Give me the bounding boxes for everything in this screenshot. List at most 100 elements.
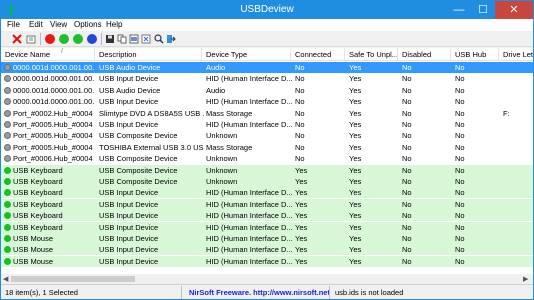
drive-letter-cell <box>503 62 533 73</box>
table-row[interactable]: Port_#0006.Hub_#0004 USB Composite Device… <box>1 153 533 164</box>
device-name-cell: USB Keyboard <box>13 165 63 175</box>
enable-device-icon[interactable] <box>59 34 69 44</box>
column-connected[interactable]: Connected <box>291 48 345 61</box>
column-description[interactable]: Description <box>95 48 202 61</box>
connected-cell: Yes <box>295 177 308 186</box>
column-usb-hub[interactable]: USB Hub <box>451 48 499 61</box>
usb-hub-cell: No <box>455 97 465 107</box>
usb-hub-cell: No <box>455 245 465 255</box>
delete-icon[interactable] <box>12 34 22 44</box>
description-cell: USB Input Device <box>99 222 159 232</box>
device-name-cell: Port_#0006.Hub_#0004 <box>13 154 93 164</box>
disconnected-status-icon <box>4 86 11 94</box>
close-button[interactable]: ✕ <box>495 1 533 19</box>
column-drive-letter[interactable]: Drive Lett <box>499 48 533 61</box>
exit-icon[interactable] <box>166 34 176 44</box>
connected-status-icon <box>4 257 11 265</box>
device-name-cell: 0000.001d.0000.001.00... <box>13 85 95 95</box>
disable-device-icon[interactable] <box>45 34 55 44</box>
description-cell: USB Input Device <box>99 97 159 107</box>
copy-icon[interactable] <box>117 34 127 44</box>
table-row[interactable]: Port_#0005.Hub_#0004 TOSHIBA External USB… <box>1 142 533 153</box>
description-cell: USB Composite Device <box>99 131 178 141</box>
disabled-cell: No <box>402 74 412 84</box>
disabled-cell: No <box>402 85 412 95</box>
table-row[interactable]: USB Mouse USB Input Device HID (Human Inte… <box>1 244 533 256</box>
sort-indicator: / <box>61 48 63 55</box>
usb-hub-cell: No <box>455 108 465 118</box>
minimize-button[interactable]: — <box>447 1 471 19</box>
device-type-cell: Unknown <box>206 177 238 186</box>
device-name-cell: Port_#0005.Hub_#0004 <box>13 142 93 152</box>
column-device-name[interactable]: Device Name <box>1 48 95 61</box>
device-list[interactable]: Device Name / Description Device Type Co… <box>1 48 533 274</box>
table-row[interactable]: 0000.001d.0000.001.00... USB Audio Device… <box>1 85 533 96</box>
table-row[interactable]: Port_#0002.Hub_#0004 Slimtype DVD A DS8A5… <box>1 108 533 119</box>
safe-to-unplug-cell: Yes <box>349 63 362 72</box>
connect-icon[interactable] <box>87 34 97 44</box>
menu-options[interactable]: Options <box>74 20 102 29</box>
disconnected-status-icon <box>4 75 11 83</box>
usb-hub-cell: No <box>455 177 465 186</box>
description-cell: USB Input Device <box>99 211 159 221</box>
drive-letter-cell <box>503 187 533 198</box>
item-count: 18 item(s), 1 Selected <box>5 288 78 297</box>
options-icon[interactable] <box>141 34 151 44</box>
table-row[interactable]: USB Keyboard USB Input Device HID (Human I… <box>1 198 533 210</box>
drive-letter-cell <box>503 199 533 210</box>
scroll-thumb[interactable] <box>11 276 135 282</box>
connected-cell: No <box>295 74 305 84</box>
description-cell: Slimtype DVD A DS8A5S USB ... <box>99 108 204 118</box>
horizontal-scrollbar[interactable]: ◀ ▶ <box>1 274 533 284</box>
properties-icon[interactable] <box>26 34 36 44</box>
enable-connect-icon[interactable] <box>73 34 83 44</box>
connected-status-icon <box>4 212 11 220</box>
device-type-cell: HID (Human Interface D... <box>206 245 293 255</box>
table-row[interactable]: USB Mouse USB Input Device HID (Human Inte… <box>1 255 533 267</box>
table-row[interactable]: USB Keyboard USB Composite Device Unknown Y… <box>1 176 533 187</box>
column-safe-to-unplug[interactable]: Safe To Unpl... <box>345 48 398 61</box>
search-icon[interactable] <box>154 34 164 44</box>
drive-letter-cell <box>503 130 533 141</box>
table-row[interactable]: USB Keyboard USB Input Device HID (Human I… <box>1 221 533 233</box>
connected-cell: No <box>295 108 305 118</box>
table-row[interactable]: Port_#0005.Hub_#0004 USB Composite Device… <box>1 130 533 141</box>
menu-help[interactable]: Help <box>106 20 122 29</box>
menu-edit[interactable]: Edit <box>29 20 43 29</box>
column-disabled[interactable]: Disabled <box>398 48 451 61</box>
menu-view[interactable]: View <box>50 20 67 29</box>
description-cell: USB Input Device <box>99 245 159 255</box>
scroll-left-icon[interactable]: ◀ <box>3 275 8 283</box>
table-row[interactable]: 0000.001d.0000.001.00... USB Audio Device… <box>1 62 533 73</box>
drive-letter-cell <box>503 244 533 255</box>
table-row[interactable]: USB Keyboard USB Input Device HID (Human I… <box>1 210 533 222</box>
table-row[interactable]: USB Keyboard USB Input Device HID (Human I… <box>1 187 533 199</box>
scroll-right-icon[interactable]: ▶ <box>523 275 528 283</box>
safe-to-unplug-cell: Yes <box>349 177 362 186</box>
save-icon[interactable] <box>105 34 115 44</box>
table-row[interactable]: USB Mouse USB Input Device HID (Human Inte… <box>1 233 533 244</box>
column-device-type[interactable]: Device Type <box>202 48 291 61</box>
table-row[interactable]: 0000.001d.0000.001.00... USB Input Device… <box>1 96 533 107</box>
maximize-button[interactable]: ☐ <box>471 1 495 19</box>
device-type-cell: HID (Human Interface D... <box>206 256 293 266</box>
drive-letter-cell <box>503 85 533 96</box>
disconnected-status-icon <box>4 132 11 140</box>
device-name-cell: Port_#0005.Hub_#0004 <box>13 120 93 129</box>
drive-letter-cell <box>503 96 533 107</box>
device-name-cell: USB Mouse <box>13 234 54 243</box>
device-type-cell: HID (Human Interface D... <box>206 188 293 198</box>
nirsoft-link[interactable]: NirSoft Freeware. http://www.nirsoft.net <box>189 288 330 297</box>
menu-file[interactable]: File <box>7 20 20 29</box>
disabled-cell: No <box>402 211 412 221</box>
table-row[interactable]: USB Keyboard USB Composite Device Unknown Y… <box>1 164 533 176</box>
menu-bar: File Edit View Options Help <box>1 19 533 31</box>
disabled-cell: No <box>402 154 412 164</box>
html-report-icon[interactable] <box>129 34 139 44</box>
disabled-cell: No <box>402 234 412 243</box>
table-row[interactable]: Port_#0005.Hub_#0004 USB Input Device HID … <box>1 119 533 130</box>
disconnected-status-icon <box>4 98 11 106</box>
safe-to-unplug-cell: Yes <box>349 120 362 129</box>
table-row[interactable]: 0000.001d.0000.001.00... USB Input Device… <box>1 73 533 84</box>
toolbar-separator <box>40 33 41 45</box>
